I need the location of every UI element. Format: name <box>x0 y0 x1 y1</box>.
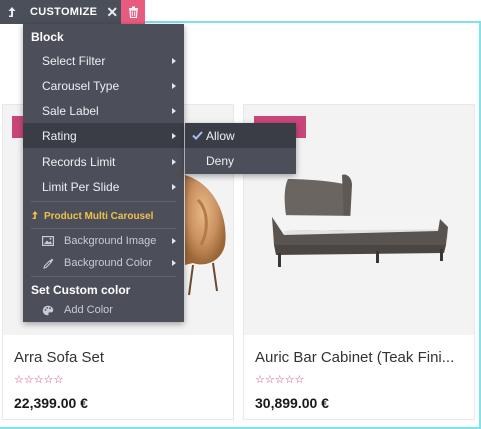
product-price: 22,399.00 € <box>14 395 88 411</box>
submenu-option-label: Allow <box>206 128 235 143</box>
rating-stars: ☆☆☆☆☆ <box>255 375 304 386</box>
customize-label[interactable]: CUSTOMIZE <box>24 0 103 24</box>
submenu-option-allow[interactable]: Allow <box>185 123 296 148</box>
menu-divider <box>31 201 176 202</box>
product-title[interactable]: Auric Bar Cabinet (Teak Fini... <box>255 349 454 366</box>
menu-item-records-limit[interactable]: Records Limit <box>23 149 184 174</box>
menu-divider <box>31 228 176 229</box>
eyedropper-icon <box>40 258 56 269</box>
menu-item-label: Background Image <box>64 235 157 247</box>
menu-item-label: Sale Label <box>42 103 99 118</box>
customize-toolbar: CUSTOMIZE ✕ <box>0 0 146 24</box>
chevron-right-icon <box>172 82 176 89</box>
section-label-text: Product Multi Carousel <box>44 210 154 222</box>
menu-header-block: Block <box>31 29 64 44</box>
menu-item-carousel-type[interactable]: Carousel Type <box>23 73 184 98</box>
menu-item-add-color[interactable]: Add Color <box>23 299 184 321</box>
customize-menu: Block Select Filter Carousel Type Sale L… <box>23 24 184 322</box>
rating-submenu: Allow Deny <box>185 123 296 174</box>
menu-item-label: Select Filter <box>42 53 106 68</box>
chevron-right-icon <box>172 158 176 165</box>
level-up-icon[interactable] <box>0 0 24 24</box>
menu-item-label: Rating <box>42 128 77 143</box>
close-icon[interactable]: ✕ <box>103 0 121 24</box>
image-icon <box>40 236 56 246</box>
chevron-right-icon <box>172 132 176 139</box>
menu-item-label: Add Color <box>64 304 113 316</box>
menu-item-limit-per-slide[interactable]: Limit Per Slide <box>23 174 184 199</box>
menu-item-rating[interactable]: Rating <box>23 123 184 148</box>
chevron-right-icon <box>172 260 176 266</box>
menu-item-label: Carousel Type <box>42 78 120 93</box>
section-label-product-multi-carousel[interactable]: Product Multi Carousel <box>23 205 184 227</box>
menu-item-select-filter[interactable]: Select Filter <box>23 48 184 73</box>
menu-item-label: Background Color <box>64 257 153 269</box>
chevron-right-icon <box>172 57 176 64</box>
product-price: 30,899.00 € <box>255 395 329 411</box>
submenu-option-deny[interactable]: Deny <box>185 148 296 173</box>
check-icon <box>188 131 206 140</box>
menu-item-label: Limit Per Slide <box>42 179 120 194</box>
star-icon: ☆☆☆☆☆ <box>14 374 64 386</box>
star-icon: ☆☆☆☆☆ <box>255 374 305 386</box>
menu-item-sale-label[interactable]: Sale Label <box>23 98 184 123</box>
trash-icon[interactable] <box>121 0 146 24</box>
menu-item-label: Records Limit <box>42 154 116 169</box>
rating-stars: ☆☆☆☆☆ <box>14 375 63 386</box>
menu-item-background-color[interactable]: Background Color <box>23 252 184 274</box>
menu-item-background-image[interactable]: Background Image <box>23 230 184 252</box>
palette-icon <box>40 305 56 316</box>
product-title[interactable]: Arra Sofa Set <box>14 349 104 366</box>
chevron-right-icon <box>172 183 176 190</box>
chevron-right-icon <box>172 238 176 244</box>
submenu-option-label: Deny <box>206 153 235 168</box>
chevron-right-icon <box>172 107 176 114</box>
level-up-icon <box>23 210 44 223</box>
